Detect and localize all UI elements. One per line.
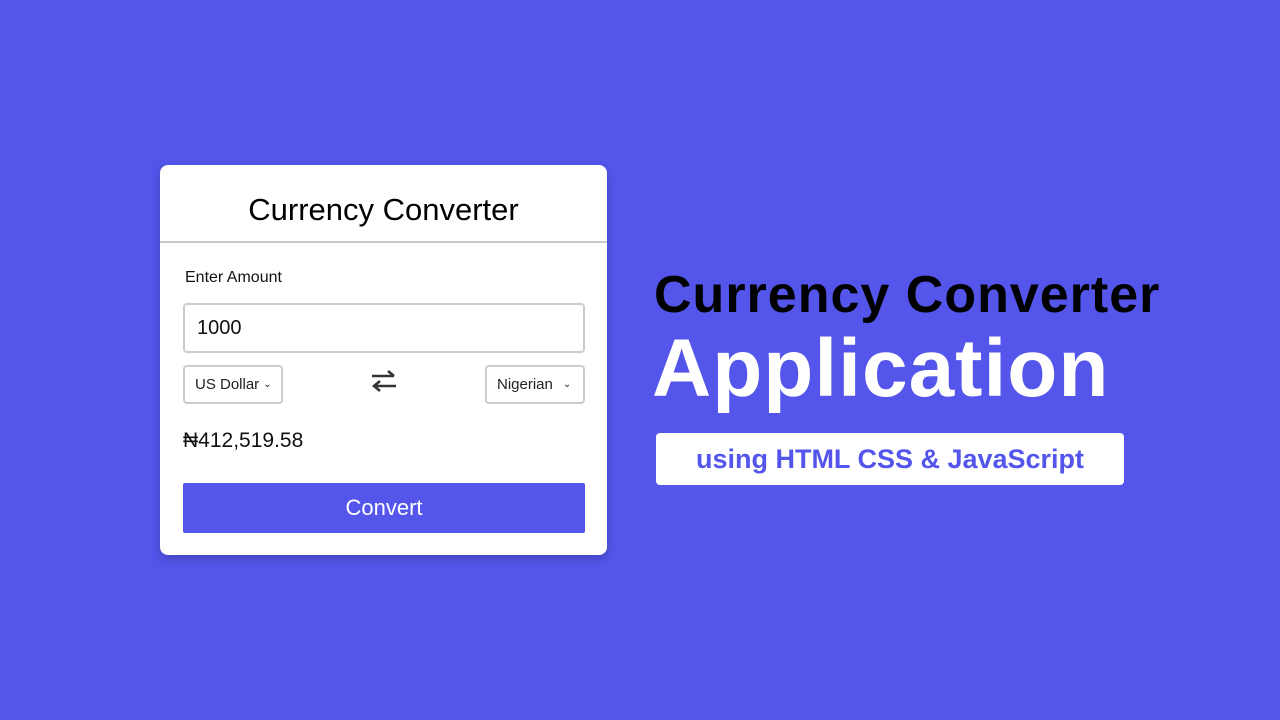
tech-badge: using HTML CSS & JavaScript <box>656 433 1124 485</box>
converter-card: Currency Converter Enter Amount US Dolla… <box>160 165 607 555</box>
banner-subtitle-application: Application <box>652 323 1110 414</box>
to-currency-select[interactable]: Nigerian ⌄ <box>485 365 585 404</box>
conversion-result: ₦412,519.58 <box>183 429 304 452</box>
from-currency-select[interactable]: US Dollar ⌄ <box>183 365 283 404</box>
to-currency-value: Nigerian <box>497 376 553 393</box>
chevron-down-icon: ⌄ <box>263 379 272 390</box>
card-title: Currency Converter <box>160 165 607 243</box>
from-currency-value: US Dollar <box>195 376 260 393</box>
swap-icon[interactable] <box>368 368 400 394</box>
chevron-down-icon: ⌄ <box>562 379 572 390</box>
amount-input[interactable] <box>183 303 585 353</box>
banner-title: Currency Converter <box>654 266 1161 324</box>
convert-button[interactable]: Convert <box>183 483 585 533</box>
amount-label: Enter Amount <box>185 269 282 286</box>
